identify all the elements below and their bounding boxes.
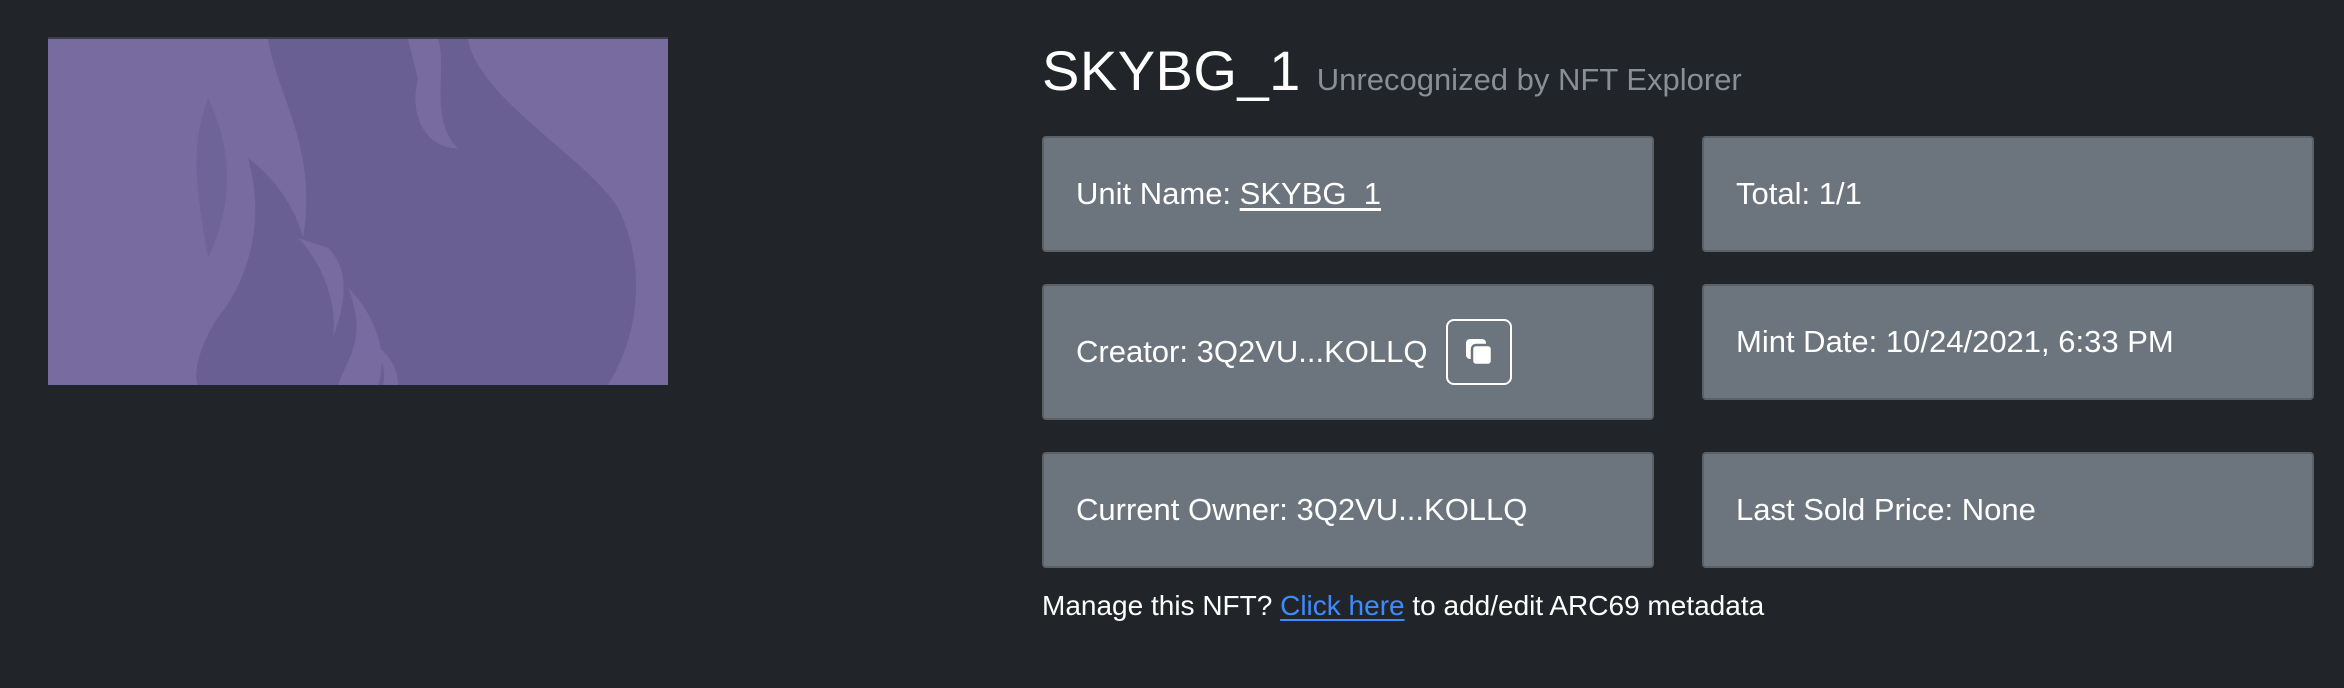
nft-details: SKYBG_1 Unrecognized by NFT Explorer — [1042, 38, 2314, 110]
title-row: SKYBG_1 Unrecognized by NFT Explorer — [1042, 38, 2314, 110]
creator-address: 3Q2VU...KOLLQ — [1196, 334, 1428, 369]
current-owner-label: Current Owner: — [1076, 492, 1297, 527]
nft-subtitle: Unrecognized by NFT Explorer — [1316, 62, 1742, 97]
creator-card: Creator: 3Q2VU...KOLLQ — [1042, 284, 1654, 420]
total-card: Total: 1/1 — [1702, 136, 2314, 252]
mint-date-card: Mint Date: 10/24/2021, 6:33 PM — [1702, 284, 2314, 400]
total-value: 1/1 — [1818, 176, 1862, 211]
last-sold-price-value: None — [1961, 492, 2036, 527]
last-sold-price-card: Last Sold Price: None — [1702, 452, 2314, 568]
last-sold-price-label: Last Sold Price: — [1736, 492, 1962, 527]
nft-title: SKYBG_1 — [1042, 39, 1301, 102]
copy-creator-button[interactable] — [1445, 319, 1512, 385]
unit-name-label: Unit Name: — [1076, 176, 1240, 211]
unit-name-link[interactable]: SKYBG_1 — [1240, 176, 1381, 212]
manage-suffix: to add/edit ARC69 metadata — [1404, 590, 1765, 621]
current-owner-address: 3Q2VU...KOLLQ — [1296, 492, 1528, 527]
mint-date-value: 10/24/2021, 6:33 PM — [1885, 324, 2174, 359]
nft-image — [48, 37, 668, 385]
total-label: Total: — [1736, 176, 1819, 211]
click-here-link[interactable]: Click here — [1280, 590, 1404, 621]
nft-detail-page: SKYBG_1 Unrecognized by NFT Explorer Uni… — [0, 0, 2344, 688]
mint-date-label: Mint Date: — [1736, 324, 1886, 359]
unit-name-card: Unit Name: SKYBG_1 — [1042, 136, 1654, 252]
flame-graphic — [48, 39, 668, 385]
manage-prefix: Manage this NFT? — [1042, 590, 1281, 621]
creator-label: Creator: — [1076, 334, 1197, 369]
current-owner-card: Current Owner: 3Q2VU...KOLLQ — [1042, 452, 1654, 568]
manage-nft-text: Manage this NFT? Click here to add/edit … — [1042, 590, 1764, 622]
copy-icon — [1465, 339, 1493, 367]
